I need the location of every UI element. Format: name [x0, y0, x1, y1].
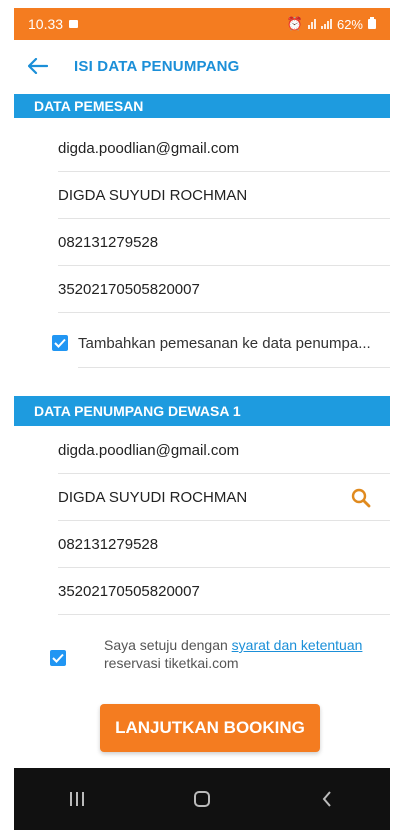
- wifi-icon: [307, 19, 316, 29]
- app-bar: ISI DATA PENUMPANG: [14, 40, 390, 92]
- pemesan-name-field[interactable]: DIGDA SUYUDI ROCHMAN: [58, 173, 390, 219]
- home-icon: [193, 791, 210, 807]
- battery-percent: 62%: [336, 16, 363, 32]
- search-icon[interactable]: [350, 487, 372, 509]
- agreement-row[interactable]: Saya setuju dengan syarat dan ketentuan …: [50, 636, 380, 684]
- penumpang-id-field[interactable]: 35202170505820007: [58, 569, 390, 615]
- agreement-text-after: reservasi tiketkai.com: [104, 655, 239, 671]
- pemesan-phone-value: 082131279528: [58, 234, 159, 251]
- back-button[interactable]: [16, 44, 60, 88]
- section-header-pemesan: DATA PEMESAN: [14, 94, 390, 118]
- phone-screen: 10.33 ⏰ 62% ISI DATA PENUMPANG DATA PEME…: [14, 8, 390, 830]
- recents-button[interactable]: [47, 779, 107, 819]
- penumpang-phone-field[interactable]: 082131279528: [58, 522, 390, 568]
- section-header-penumpang: DATA PENUMPANG DEWASA 1: [14, 396, 390, 426]
- penumpang-email-value: digda.poodlian@gmail.com: [58, 442, 240, 459]
- back-icon: [322, 791, 332, 807]
- gallery-notification-icon: [69, 20, 79, 28]
- arrow-left-icon: [28, 58, 48, 74]
- penumpang-name-value: DIGDA SUYUDI ROCHMAN: [58, 489, 248, 506]
- penumpang-phone-value: 082131279528: [58, 536, 159, 553]
- pemesan-email-field[interactable]: digda.poodlian@gmail.com: [58, 126, 390, 172]
- battery-icon: [368, 17, 376, 29]
- pemesan-name-value: DIGDA SUYUDI ROCHMAN: [58, 187, 248, 204]
- add-to-passenger-label: Tambahkan pemesanan ke data penumpa...: [78, 334, 371, 352]
- agreement-checkbox[interactable]: [50, 650, 66, 666]
- pemesan-id-field[interactable]: 35202170505820007: [58, 267, 390, 313]
- alarm-icon: ⏰: [286, 16, 303, 31]
- pemesan-phone-field[interactable]: 082131279528: [58, 220, 390, 266]
- add-to-passenger-checkbox[interactable]: [52, 335, 68, 351]
- home-button[interactable]: [172, 779, 232, 819]
- penumpang-id-value: 35202170505820007: [58, 583, 200, 600]
- checkmark-icon: [52, 653, 64, 663]
- checkmark-icon: [54, 338, 66, 348]
- penumpang-email-field[interactable]: digda.poodlian@gmail.com: [58, 428, 390, 474]
- agreement-text-before: Saya setuju dengan: [104, 637, 228, 653]
- terms-link[interactable]: syarat dan ketentuan: [232, 637, 363, 653]
- divider: [78, 367, 390, 368]
- pemesan-email-value: digda.poodlian@gmail.com: [58, 140, 240, 157]
- status-time: 10.33: [28, 16, 64, 32]
- signal-icon: [320, 19, 332, 29]
- page-title: ISI DATA PENUMPANG: [74, 57, 240, 75]
- agreement-text: Saya setuju dengan syarat dan ketentuan …: [104, 636, 376, 672]
- add-to-passenger-checkbox-row[interactable]: Tambahkan pemesanan ke data penumpa...: [52, 320, 390, 366]
- recents-icon: [69, 792, 84, 806]
- system-nav-bar: [14, 768, 390, 830]
- status-bar: 10.33 ⏰ 62%: [14, 8, 390, 40]
- continue-booking-button[interactable]: LANJUTKAN BOOKING: [100, 704, 320, 752]
- penumpang-name-field[interactable]: DIGDA SUYUDI ROCHMAN: [58, 475, 390, 521]
- system-back-button[interactable]: [297, 779, 357, 819]
- pemesan-id-value: 35202170505820007: [58, 281, 200, 298]
